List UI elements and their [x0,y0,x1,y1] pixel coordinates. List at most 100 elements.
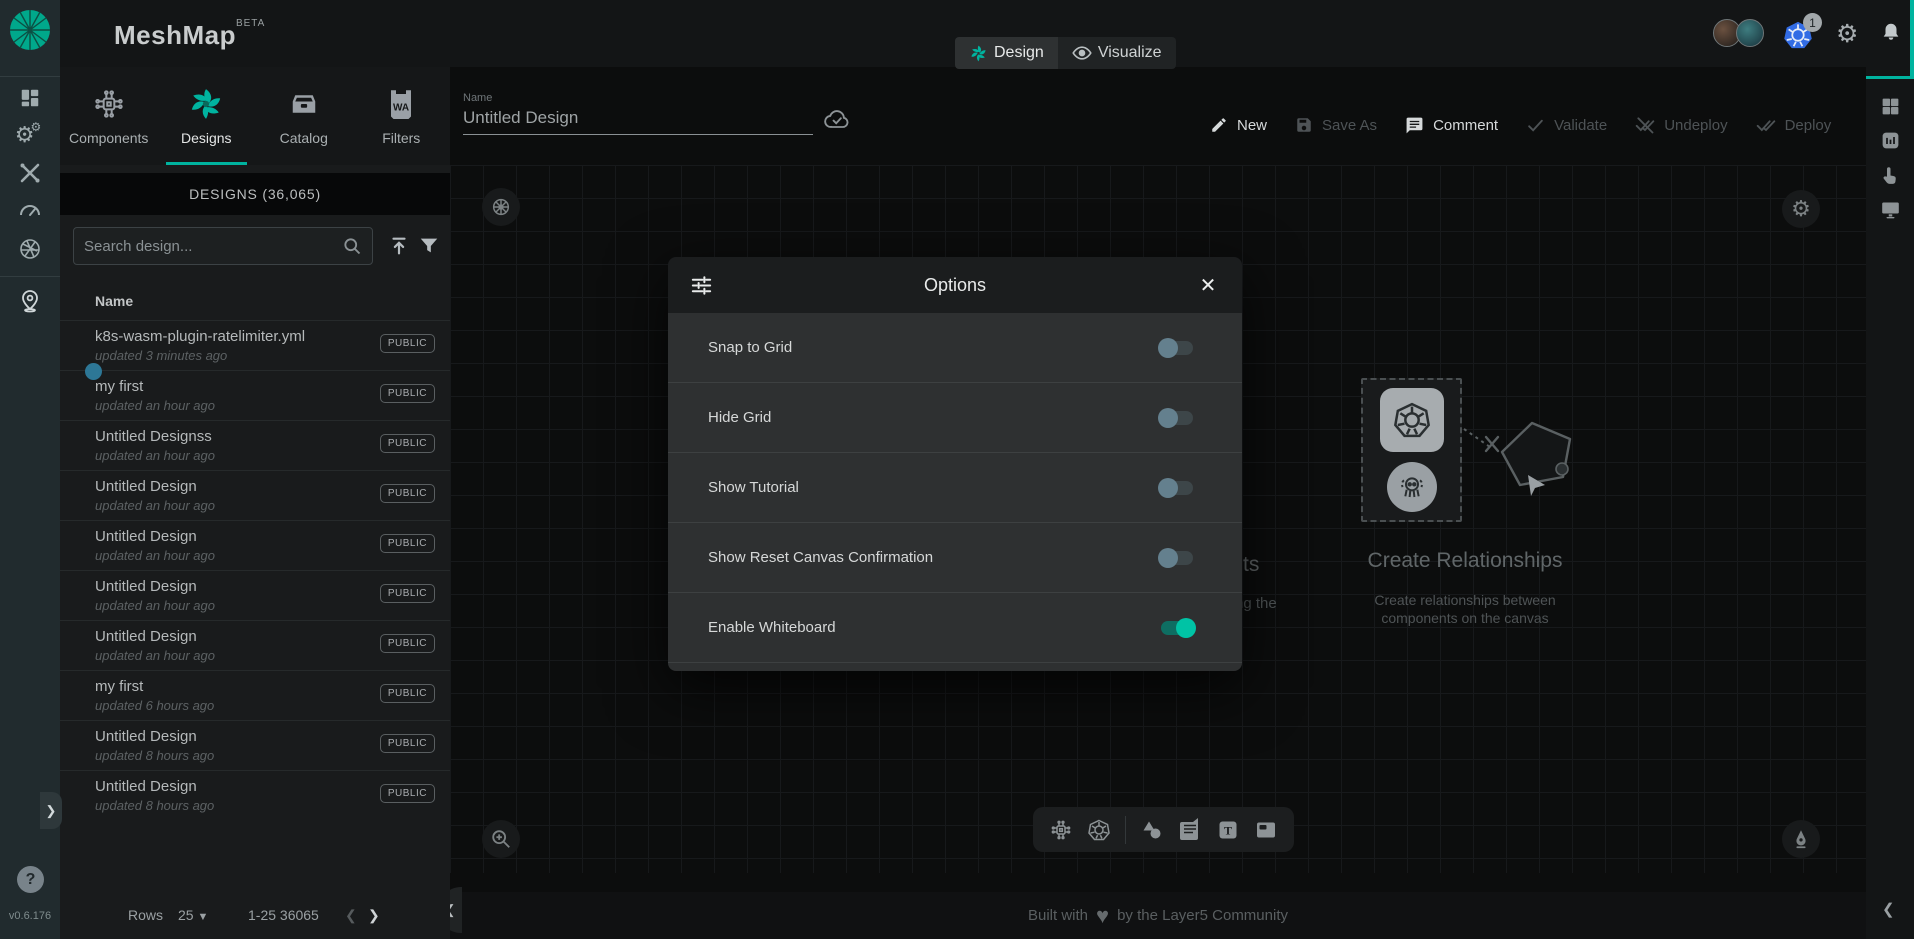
toolkit-icon[interactable] [17,160,43,186]
design-row[interactable]: Untitled Designupdated 8 hours agoPUBLIC [60,770,450,820]
rail-expander-handle[interactable]: ❯ [40,792,62,829]
footer-text-prefix: Built with [1028,907,1088,924]
visibility-badge: PUBLIC [380,334,435,353]
close-icon[interactable]: ✕ [1196,273,1220,298]
canvas-settings-button[interactable]: ⚙ [1782,190,1820,228]
option-toggle-1[interactable] [1158,408,1196,428]
design-row[interactable]: Untitled Designupdated an hour agoPUBLIC [60,470,450,520]
performance-gauge-icon[interactable] [17,197,43,223]
meshmap-pin-icon[interactable] [17,288,43,314]
option-toggle-0[interactable] [1158,338,1196,358]
toolbar-btn-5[interactable]: Deploy [1756,115,1832,135]
rail-divider [0,76,60,77]
toolbar-btn-0[interactable]: New [1210,116,1267,134]
eye-icon [1072,43,1092,63]
option-toggle-3[interactable] [1158,548,1196,568]
lifecycle-gears-icon[interactable]: ⚙⚙ [17,122,43,148]
chart-panel-icon[interactable] [1880,130,1901,151]
cloud-saved-icon [823,106,851,134]
tab-components[interactable]: Components [60,67,158,165]
toolbar-btn-3[interactable]: Validate [1526,116,1607,135]
toolbar-btn-4[interactable]: Undeploy [1635,115,1727,135]
comment-icon [1405,116,1424,135]
panel-tabs: Components Designs Catalog WA Filters [60,67,450,165]
dashboard-icon[interactable] [17,85,43,111]
toolbar-btn-2[interactable]: Comment [1405,116,1498,135]
option-row-show-tutorial: Show Tutorial [668,453,1242,523]
comment-bubble-icon[interactable] [1178,818,1202,842]
design-list: k8s-wasm-plugin-ratelimiter.ymlupdated 3… [60,320,450,820]
options-modal-header: Options ✕ [668,257,1242,313]
collaborator-avatar-2[interactable] [1736,19,1764,47]
option-toggle-2[interactable] [1158,478,1196,498]
option-toggle-4[interactable] [1158,618,1196,638]
dock-highlight-border-h [1866,76,1914,79]
design-row[interactable]: Untitled Designupdated 8 hours agoPUBLIC [60,720,450,770]
options-modal-body: Snap to Grid Hide Grid Show Tutorial Sho… [668,313,1242,671]
media-icon[interactable] [1254,818,1278,842]
spoke-wheel-button[interactable] [482,188,520,226]
shapes-icon[interactable] [1140,818,1164,842]
text-tool-icon[interactable]: T [1216,818,1240,842]
prev-page-button[interactable]: ❮ [345,907,357,924]
option-row-snap-to-grid: Snap to Grid [668,313,1242,383]
relationship-pentagon-art [1450,397,1600,527]
design-row[interactable]: Untitled Designupdated an hour agoPUBLIC [60,520,450,570]
catalog-drawer-icon [289,86,319,122]
conformance-mesh-icon[interactable] [17,236,43,262]
filter-funnel-icon[interactable] [418,235,440,257]
options-modal-title: Options [714,275,1196,296]
design-row[interactable]: Untitled Designupdated an hour agoPUBLIC [60,620,450,670]
visibility-badge: PUBLIC [380,734,435,753]
gear-icon[interactable]: ⚙ [1836,19,1858,49]
help-button[interactable]: ? [17,866,44,893]
design-row[interactable]: Untitled Designssupdated an hour agoPUBL… [60,420,450,470]
tab-label: Designs [181,130,232,146]
right-dock-collapse-handle[interactable]: ❮ [1882,900,1895,918]
toolbar-btn-1[interactable]: Save As [1295,116,1377,134]
option-label: Snap to Grid [708,339,792,356]
tab-filters[interactable]: WA Filters [353,67,451,165]
double-check-crossed-icon [1635,115,1655,135]
tab-visualize[interactable]: Visualize [1058,37,1176,69]
bell-icon[interactable] [1880,21,1902,43]
k8s-context-count-badge: 1 [1803,13,1822,32]
design-row[interactable]: Untitled Designupdated an hour agoPUBLIC [60,570,450,620]
dock-divider [1125,816,1126,844]
touch-interact-icon[interactable] [1880,165,1901,186]
upload-design-icon[interactable] [388,235,410,257]
brand-title: MeshMapBETA [114,18,265,51]
search-icon[interactable] [342,236,362,256]
display-icon[interactable] [1880,199,1901,220]
tab-catalog[interactable]: Catalog [255,67,353,165]
rows-per-page-select[interactable]: 25 ▼ [178,907,208,923]
occluded-card-title-fragment: ts [1243,553,1259,577]
mode-switcher: Design Visualize [955,37,1176,69]
tab-label: Components [69,130,148,146]
beta-tag: BETA [236,18,265,29]
tab-label: Filters [382,130,420,146]
designs-swirl-icon [189,86,223,122]
floppy-icon [1295,116,1313,134]
search-input[interactable] [84,238,342,255]
tab-designs[interactable]: Designs [158,67,256,165]
design-row[interactable]: my firstupdated an hour agoPUBLIC [60,370,450,420]
svg-text:T: T [1224,823,1232,837]
wasm-filters-icon: WA [388,86,414,122]
rail-divider [0,276,60,277]
kubernetes-icon[interactable] [1087,818,1111,842]
next-page-button[interactable]: ❯ [368,907,380,924]
design-row[interactable]: my firstupdated 6 hours agoPUBLIC [60,670,450,720]
layer5-logo-icon[interactable] [8,8,52,52]
zoom-in-button[interactable] [482,820,520,858]
squid-extension-icon [1387,462,1437,512]
tab-design[interactable]: Design [955,37,1058,69]
column-header-name: Name [95,293,133,309]
design-row[interactable]: k8s-wasm-plugin-ratelimiter.ymlupdated 3… [60,320,450,370]
left-nav-rail: ⚙⚙ ❯ ? v0.6.176 [0,0,60,939]
kubernetes-tile-icon [1380,388,1444,452]
components-chip-icon[interactable] [1049,818,1073,842]
pen-tool-button[interactable] [1782,820,1820,858]
design-name-input[interactable] [463,104,813,135]
widgets-grid-icon[interactable] [1880,96,1901,117]
